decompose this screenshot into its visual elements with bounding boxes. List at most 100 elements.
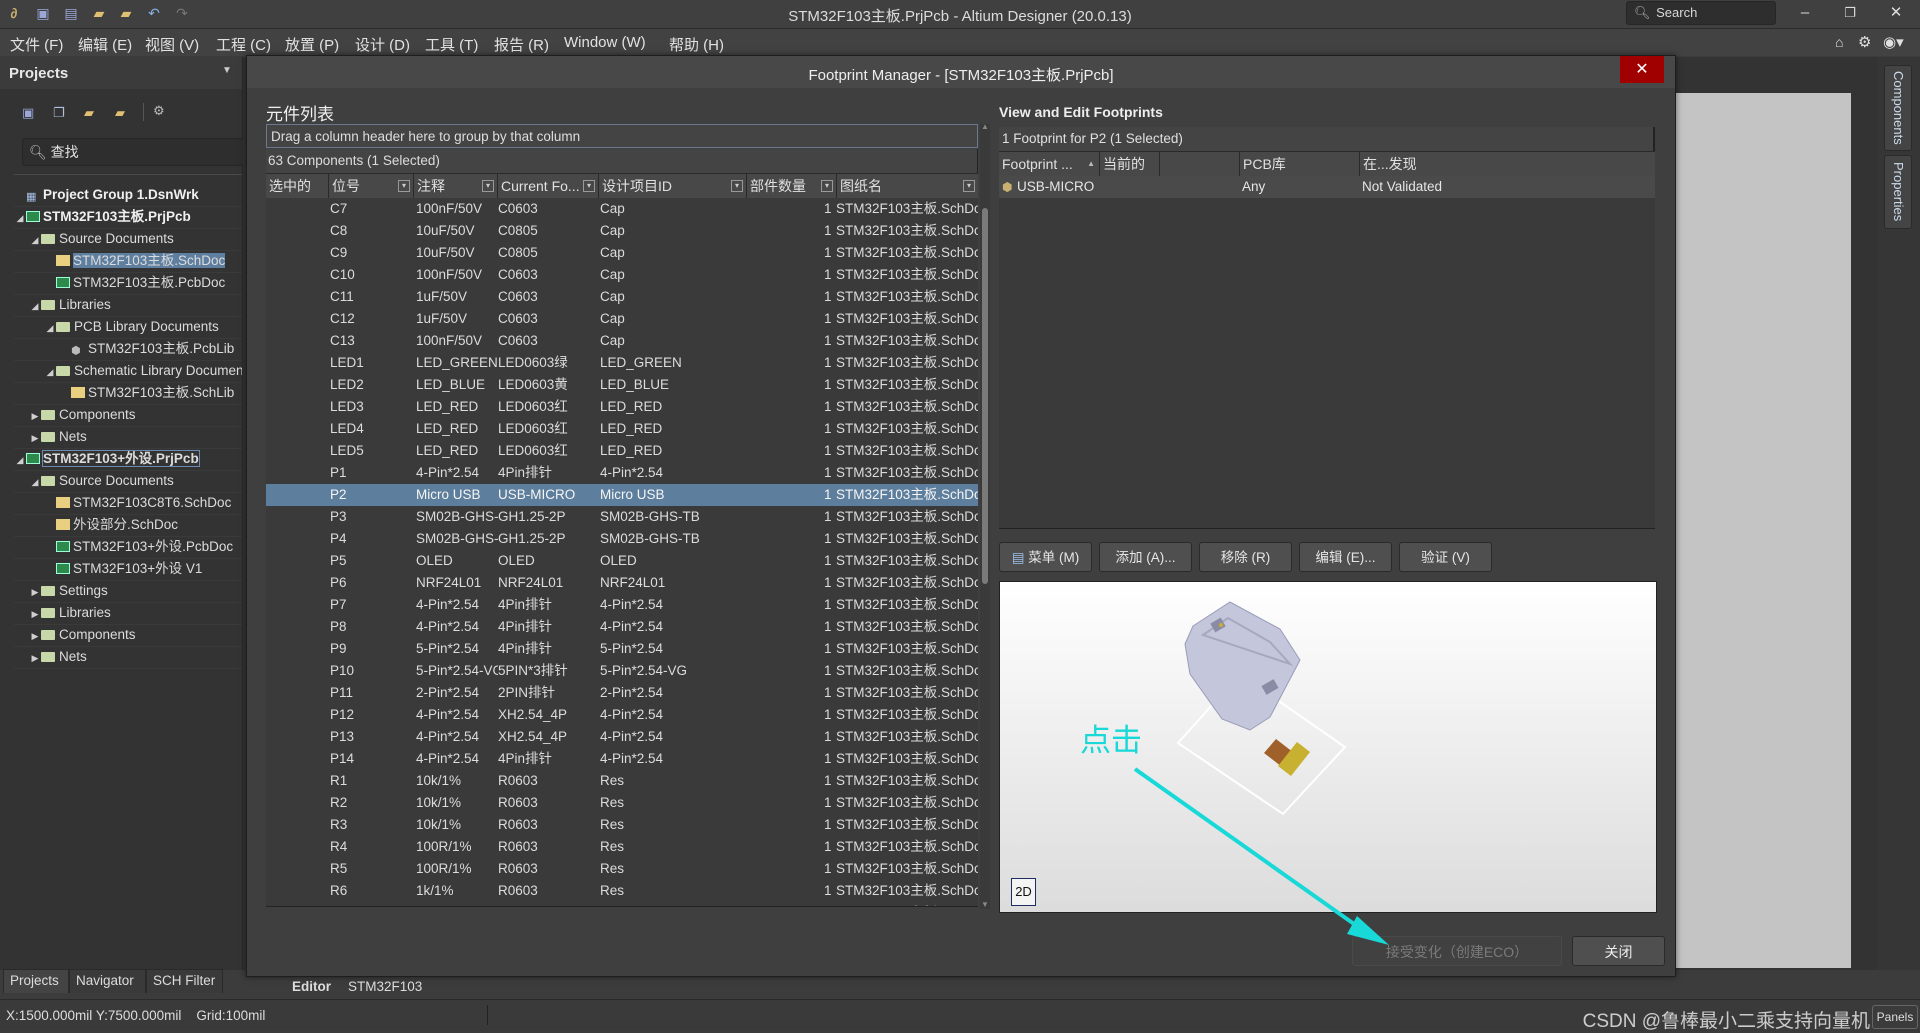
validate-button[interactable]: 验证 (V) [1399, 542, 1492, 572]
table-row[interactable]: C10 100nF/50V C0603 Cap 1 STM32F103主板.SchDoc [266, 264, 978, 286]
menu-tools[interactable]: 工具 (T) [425, 34, 478, 55]
projects-search-input[interactable]: 🔍︎ 查找 [22, 138, 244, 166]
tree-item[interactable]: ▦ Project Group 1.DsnWrk [14, 184, 242, 207]
settings-gear-icon[interactable]: ⚙ [153, 103, 165, 119]
filter-icon[interactable]: ▾ [482, 180, 494, 192]
table-row[interactable]: LED2 LED_BLUE LED0603黄 LED_BLUE 1 STM32F103主板… [266, 374, 978, 396]
tree-item[interactable]: 外设部分.SchDoc [14, 514, 242, 537]
expanded-triangle-icon[interactable]: ◢ [29, 471, 41, 492]
properties-panel-tab[interactable]: Properties [1884, 155, 1912, 229]
tree-item[interactable]: ◢ Source Documents [14, 470, 242, 493]
column-header-sheet-name[interactable]: 图纸名 ▾ [836, 174, 978, 198]
gear-icon[interactable]: ⚙ [1858, 33, 1871, 51]
tab-projects[interactable]: Projects [3, 969, 69, 993]
dialog-close-button[interactable]: ✕ [1620, 56, 1664, 83]
expanded-triangle-icon[interactable]: ◢ [29, 295, 41, 316]
close-button[interactable]: 关闭 [1572, 936, 1665, 966]
copy-project-icon[interactable]: ❐ [53, 105, 65, 121]
table-row[interactable]: P13 4-Pin*2.54 XH2.54_4P 4-Pin*2.54 1 STM32F1… [266, 726, 978, 748]
expanded-triangle-icon[interactable]: ◢ [14, 207, 26, 228]
accept-changes-button[interactable]: 接受变化（创建ECO） [1352, 936, 1562, 966]
tree-item[interactable]: ◢ Source Documents [14, 228, 242, 251]
tree-item[interactable]: ▶ Components [14, 404, 242, 427]
add-button[interactable]: 添加 (A)... [1099, 542, 1192, 572]
column-header-designator[interactable]: 位号 ▾ [328, 174, 413, 198]
table-row[interactable]: C11 1uF/50V C0603 Cap 1 STM32F103主板.SchDoc [266, 286, 978, 308]
collapsed-triangle-icon[interactable]: ▶ [29, 647, 41, 668]
table-row[interactable]: LED4 LED_RED LED0603红 LED_RED 1 STM32F103主板.S… [266, 418, 978, 440]
tree-item[interactable]: STM32F103C8T6.SchDoc [14, 492, 242, 515]
tree-item[interactable]: ▶ Components [14, 624, 242, 647]
table-row[interactable]: P3SM02B-GHS-TBGH1.25-2PSM02B-GHS-TB1STM3… [266, 506, 978, 528]
collapsed-triangle-icon[interactable]: ▶ [29, 405, 41, 426]
table-row[interactable]: P2 Micro USB USB-MICRO Micro USB 1 STM32F103主… [266, 484, 978, 506]
column-header-selected[interactable]: 选中的 [266, 174, 328, 198]
column-header-pcb-library[interactable]: PCB库 [1239, 152, 1359, 176]
collapsed-triangle-icon[interactable]: ▶ [29, 427, 41, 448]
table-row[interactable]: LED3 LED_RED LED0603红 LED_RED 1 STM32F103主板.S… [266, 396, 978, 418]
table-row[interactable]: P8 4-Pin*2.54 4Pin排针 4-Pin*2.54 1 STM32F103主板… [266, 616, 978, 638]
table-row[interactable]: R2 10k/1% R0603 Res 1 STM32F103主板.SchDoc [266, 792, 978, 814]
table-row[interactable]: R1 10k/1% R0603 Res 1 STM32F103主板.SchDoc [266, 770, 978, 792]
component-grid-scrollbar[interactable]: ▲ ▼ [980, 122, 990, 909]
menu-file[interactable]: 文件 (F) [10, 34, 63, 55]
column-header-current-footprint[interactable]: Current Fo... ▾ [497, 174, 598, 198]
menu-window[interactable]: Window (W) [564, 34, 646, 51]
tree-item[interactable]: STM32F103+外设 V1 [14, 558, 242, 581]
table-row[interactable]: C9 10uF/50V C0805 Cap 1 STM32F103主板.SchDoc [266, 242, 978, 264]
components-panel-tab[interactable]: Components [1884, 65, 1912, 151]
table-row[interactable]: C13 100nF/50V C0603 Cap 1 STM32F103主板.SchDoc [266, 330, 978, 352]
global-search-input[interactable]: 🔍︎ Search [1626, 1, 1776, 25]
tree-item[interactable]: ◢ Schematic Library Documents [14, 360, 242, 383]
column-header-found-in[interactable]: 在...发现 [1359, 152, 1655, 176]
tree-item[interactable]: ▶ Nets [14, 426, 242, 449]
table-row[interactable]: LED5 LED_RED LED0603红 LED_RED 1 STM32F103主板.S… [266, 440, 978, 462]
tree-item[interactable]: STM32F103+外设.PcbDoc [14, 536, 242, 559]
table-row[interactable]: C8 10uF/50V C0805 Cap 1 STM32F103主板.SchDoc [266, 220, 978, 242]
table-row[interactable]: P9 5-Pin*2.54 4Pin排针 5-Pin*2.54 1 STM32F103主板… [266, 638, 978, 660]
tree-item[interactable]: ⬢ STM32F103主板.PcbLib [14, 338, 242, 361]
tree-item[interactable]: ▶ Settings [14, 580, 242, 603]
tree-item[interactable]: STM32F103主板.SchDoc [14, 250, 242, 273]
tab-editor[interactable]: Editor [286, 975, 337, 999]
column-header-design-item-id[interactable]: 设计项目ID ▾ [598, 174, 746, 198]
window-close-button[interactable]: ✕ [1881, 3, 1911, 23]
folder-settings-icon[interactable]: ▰ [115, 105, 125, 121]
menu-help[interactable]: 帮助 (H) [669, 34, 724, 55]
schematic-canvas[interactable] [1673, 93, 1851, 968]
remove-button[interactable]: 移除 (R) [1199, 542, 1292, 572]
tree-item[interactable]: ◢ Libraries [14, 294, 242, 317]
tree-item[interactable]: ◢ PCB Library Documents [14, 316, 242, 339]
menu-place[interactable]: 放置 (P) [285, 34, 339, 55]
panel-menu-chevron-icon[interactable]: ▼ [222, 65, 232, 76]
collapsed-triangle-icon[interactable]: ▶ [29, 603, 41, 624]
tree-item[interactable]: STM32F103主板.PcbDoc [14, 272, 242, 295]
table-row[interactable]: P1 4-Pin*2.54 4Pin排针 4-Pin*2.54 1 STM32F103主板… [266, 462, 978, 484]
menu-reports[interactable]: 报告 (R) [494, 34, 549, 55]
table-row[interactable]: P5 OLED OLED OLED 1 STM32F103主板.SchDoc [266, 550, 978, 572]
restore-button[interactable]: ❐ [1835, 3, 1865, 23]
menu-design[interactable]: 设计 (D) [355, 34, 410, 55]
expanded-triangle-icon[interactable]: ◢ [44, 361, 56, 382]
scroll-down-icon[interactable]: ▼ [981, 900, 989, 909]
minimize-button[interactable]: ‒ [1790, 3, 1820, 23]
table-row[interactable]: R4 100R/1% R0603 Res 1 STM32F103主板.SchDoc [266, 836, 978, 858]
tab-document[interactable]: STM32F103主板 [342, 975, 428, 1018]
save-project-icon[interactable]: ▣ [22, 105, 34, 121]
table-row[interactable]: C7 100nF/50V C0603 Cap 1 STM32F103主板.SchDoc [266, 198, 978, 220]
column-header-current[interactable]: 当前的 [1099, 152, 1159, 176]
table-row[interactable]: R6 1k/1% R0603 Res 1 STM32F103主板.SchDoc [266, 880, 978, 902]
find-folder-icon[interactable]: ▰ [84, 105, 94, 121]
tab-navigator[interactable]: Navigator [69, 969, 146, 993]
tab-sch-filter[interactable]: SCH Filter [146, 969, 223, 993]
filter-icon[interactable]: ▾ [398, 180, 410, 192]
column-header-part-count[interactable]: 部件数量 ▾ [746, 174, 836, 198]
table-row[interactable]: R5 100R/1% R0603 Res 1 STM32F103主板.SchDoc [266, 858, 978, 880]
scroll-up-icon[interactable]: ▲ [981, 122, 989, 131]
tree-item[interactable]: ◢ STM32F103+外设.PrjPcb [14, 448, 242, 471]
scrollbar-thumb[interactable] [982, 208, 988, 584]
group-by-drop-area[interactable]: Drag a column header here to group by th… [266, 124, 978, 148]
expanded-triangle-icon[interactable]: ◢ [44, 317, 56, 338]
footprint-3d-preview[interactable]: 点击 2D [999, 581, 1657, 913]
footprint-row[interactable]: ⬢ USB-MICRO Any Not Validated [999, 176, 1655, 198]
